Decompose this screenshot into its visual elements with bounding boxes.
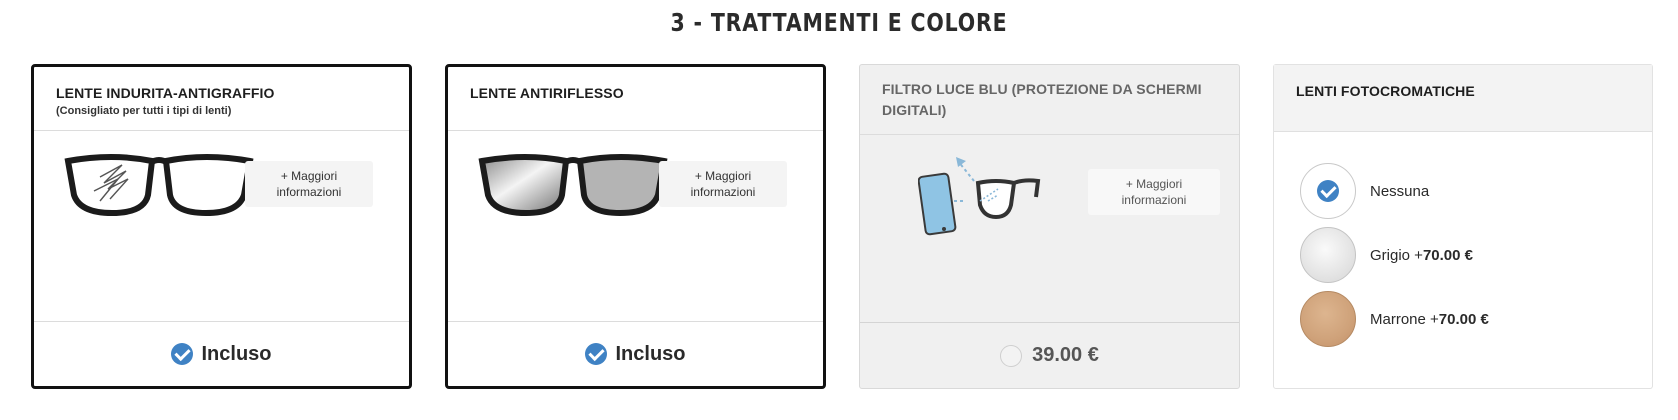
card-subtitle: (Consigliato per tutti i tipi di lenti) <box>56 105 232 117</box>
card-title: LENTI FOTOCROMATICHE <box>1296 83 1475 99</box>
more-info-line2: informazioni <box>690 185 756 199</box>
included-label: Incluso <box>201 342 272 365</box>
option-label: Marrone +70.00 € <box>1370 311 1489 328</box>
card-photochromic: LENTI FOTOCROMATICHE Nessuna Grigio +70.… <box>1273 64 1653 389</box>
card-footer: Incluso <box>448 321 823 386</box>
swatch-grey[interactable] <box>1300 227 1356 283</box>
option-price: 70.00 € <box>1438 310 1489 328</box>
card-header: FILTRO LUCE BLU (PROTEZIONE DA SCHERMI D… <box>860 65 1239 135</box>
option-name: Grigio + <box>1370 246 1423 264</box>
more-info-line2: informazioni <box>1121 193 1187 207</box>
select-radio[interactable] <box>1000 344 1023 367</box>
more-info-button[interactable]: + Maggiori informazioni <box>1088 169 1220 215</box>
option-name: Marrone + <box>1370 310 1439 328</box>
card-footer[interactable]: 39.00 € <box>860 322 1239 388</box>
swatch-none[interactable] <box>1300 163 1356 219</box>
more-info-line2: informazioni <box>276 185 342 199</box>
more-info-line1: + Maggiori <box>280 169 338 183</box>
blue-light-filter-icon <box>918 157 1041 236</box>
scratch-resistant-glasses-icon <box>64 154 254 217</box>
card-header: LENTE ANTIRIFLESSO <box>448 67 823 131</box>
photochromic-option-grey[interactable]: Grigio +70.00 € <box>1300 227 1473 283</box>
card-title: LENTE ANTIRIFLESSO <box>470 85 624 101</box>
section-title: 3 - TRATTAMENTI E COLORE <box>670 8 1008 37</box>
card-scratch-resistant[interactable]: LENTE INDURITA-ANTIGRAFFIO (Consigliato … <box>31 64 412 389</box>
photochromic-option-none[interactable]: Nessuna <box>1300 163 1429 219</box>
swatch-brown[interactable] <box>1300 291 1356 347</box>
option-label: Grigio +70.00 € <box>1370 247 1473 264</box>
card-header: LENTI FOTOCROMATICHE <box>1274 65 1652 132</box>
check-icon <box>1317 180 1339 202</box>
card-title: LENTE INDURITA-ANTIGRAFFIO <box>56 85 275 101</box>
more-info-line1: + Maggiori <box>694 169 752 183</box>
option-label: Nessuna <box>1370 183 1429 200</box>
card-title: FILTRO LUCE BLU (PROTEZIONE DA SCHERMI D… <box>882 81 1202 118</box>
option-price: 70.00 € <box>1422 246 1473 264</box>
check-icon <box>585 343 608 365</box>
price-label: 39.00 € <box>1032 344 1099 366</box>
card-anti-reflective[interactable]: LENTE ANTIRIFLESSO + Maggiori informazio… <box>445 64 826 389</box>
card-header: LENTE INDURITA-ANTIGRAFFIO (Consigliato … <box>34 67 409 131</box>
check-icon <box>171 343 194 365</box>
photochromic-option-brown[interactable]: Marrone +70.00 € <box>1300 291 1489 347</box>
more-info-button[interactable]: + Maggiori informazioni <box>245 161 373 207</box>
card-blue-light-filter[interactable]: FILTRO LUCE BLU (PROTEZIONE DA SCHERMI D… <box>859 64 1240 389</box>
option-name: Nessuna <box>1370 182 1430 200</box>
more-info-line1: + Maggiori <box>1125 177 1183 191</box>
anti-reflective-glasses-icon <box>478 154 668 217</box>
more-info-button[interactable]: + Maggiori informazioni <box>659 161 787 207</box>
included-label: Incluso <box>615 342 686 365</box>
card-footer: Incluso <box>34 321 409 386</box>
